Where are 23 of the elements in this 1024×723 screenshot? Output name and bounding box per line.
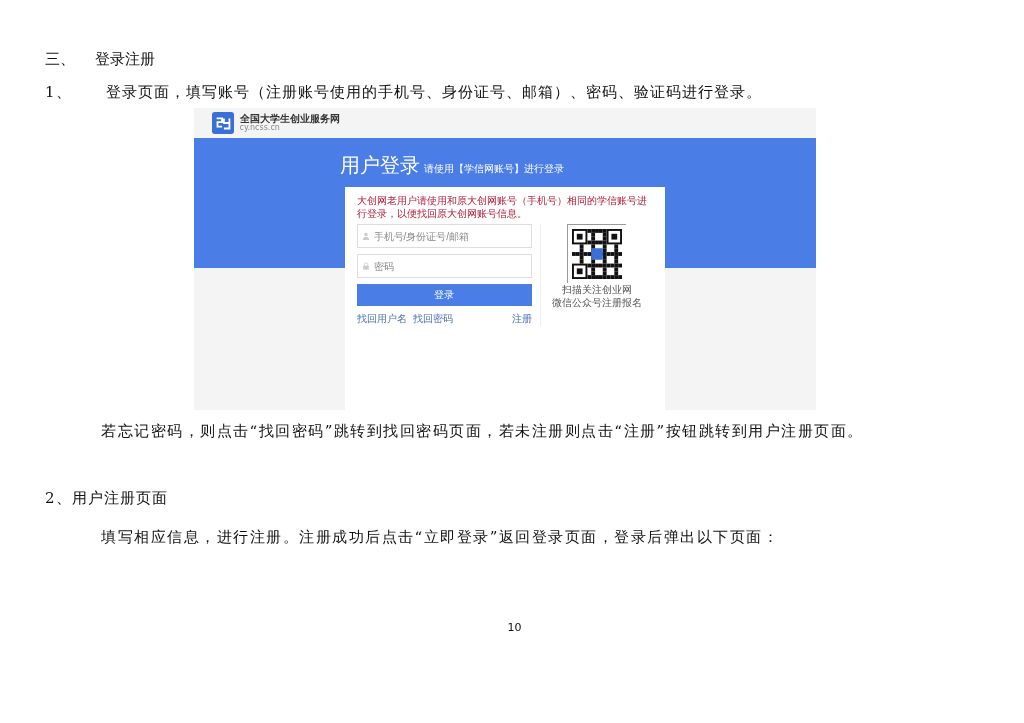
qr-code-drawing — [572, 229, 622, 279]
logo-icon — [211, 112, 234, 134]
input-field[interactable]: 手机号/身份证号/邮箱 — [356, 224, 532, 248]
site-domain: cy.ncss.cn — [239, 124, 281, 132]
recovery-link[interactable]: 找回用户名 — [356, 312, 407, 326]
page-subtitle: 请使用【学信网账号】进行登录 — [423, 162, 564, 176]
step-text: 登录页面，填写账号（注册账号使用的手机号、身份证号、邮箱）、密码、验证码进行登录。 — [105, 83, 762, 102]
recovery-link[interactable]: 找回密码 — [412, 312, 453, 326]
input-field[interactable]: 密码 — [356, 254, 532, 278]
qr-caption: 扫描关注创业网 — [561, 283, 632, 296]
register-link[interactable]: 注册 — [511, 312, 532, 326]
login-button[interactable]: 登录 — [356, 284, 532, 306]
step-title: 2、用户注册页面 — [45, 489, 169, 508]
step-number: 1、 — [45, 83, 72, 102]
section-number: 三、 — [45, 50, 75, 69]
step-paragraph: 填写相应信息，进行注册。注册成功后点击“立即登录”返回登录页面，登录后弹出以下页面： — [101, 528, 781, 547]
qr-caption: 微信公众号注册报名 — [551, 296, 642, 309]
site-name: 全国大学生创业服务网 — [239, 114, 340, 124]
notice-text: 大创网老用户请使用和原大创网账号（手机号）相同的学信账号进行登录，以便找回原大创网账号信息。 — [356, 195, 648, 220]
section-title: 登录注册 — [95, 50, 155, 69]
note-paragraph: 若忘记密码，则点击“找回密码”跳转到找回密码页面，若未注册则点击“注册”按钮跳转到用户注册页面。 — [101, 422, 865, 441]
page-number: 10 — [507, 621, 522, 634]
page-title: 用户登录 — [339, 152, 420, 179]
